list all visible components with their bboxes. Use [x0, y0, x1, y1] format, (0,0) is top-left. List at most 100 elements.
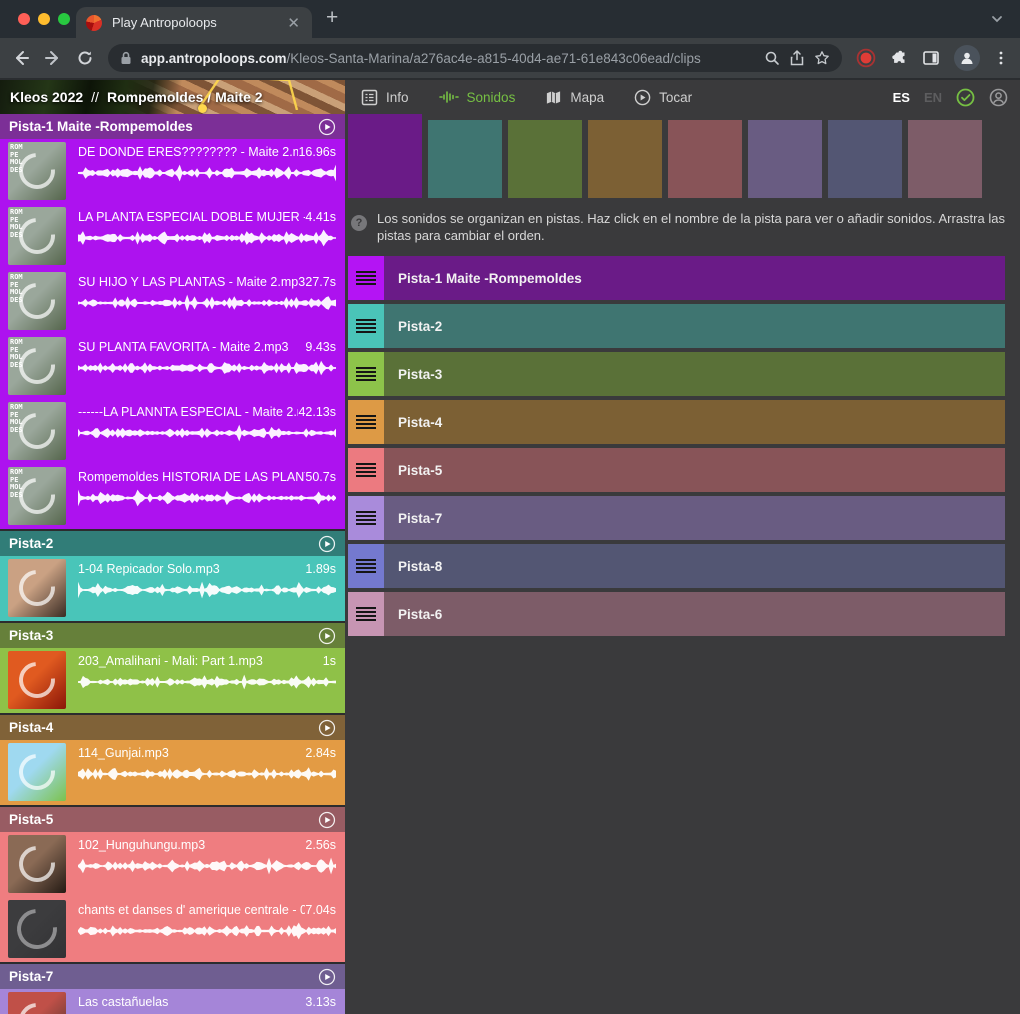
waveform[interactable] — [78, 489, 336, 507]
track-row-label[interactable]: Pista-4 — [384, 400, 1005, 444]
browser-menu-icon[interactable] — [994, 49, 1008, 67]
waveform[interactable] — [78, 857, 336, 875]
clip-duration: 50.7s — [305, 470, 336, 484]
profile-avatar[interactable] — [954, 45, 980, 71]
back-button[interactable] — [12, 49, 30, 67]
saved-check-icon[interactable] — [956, 88, 975, 107]
drag-handle[interactable] — [348, 256, 384, 300]
track-row-label[interactable]: Pista-3 — [384, 352, 1005, 396]
address-bar[interactable]: app.antropoloops.com/Kleos-Santa-Marina/… — [108, 44, 842, 72]
waveform[interactable] — [78, 922, 336, 940]
drag-handle[interactable] — [348, 352, 384, 396]
waveform[interactable] — [78, 424, 336, 442]
share-icon[interactable] — [789, 50, 805, 66]
audio-clip[interactable]: 203_Amalihani - Mali: Part 1.mp31s — [0, 648, 345, 713]
track-row-label[interactable]: Pista-8 — [384, 544, 1005, 588]
track-row[interactable]: Pista-2 — [348, 304, 1005, 348]
track-section-header[interactable]: Pista-7 — [0, 964, 345, 989]
lang-en-button[interactable]: EN — [924, 90, 942, 105]
track-row[interactable]: Pista-4 — [348, 400, 1005, 444]
audio-clip[interactable]: ROM PE MOL DESDE DONDE ERES???????? - Ma… — [0, 139, 345, 204]
maximize-window-button[interactable] — [58, 13, 70, 25]
track-row[interactable]: Pista-7 — [348, 496, 1005, 540]
track-row[interactable]: Pista-3 — [348, 352, 1005, 396]
minimize-window-button[interactable] — [38, 13, 50, 25]
drag-handle[interactable] — [348, 592, 384, 636]
audio-clip[interactable]: Las castañuelas3.13s — [0, 989, 345, 1014]
extensions-puzzle-icon[interactable] — [890, 49, 908, 67]
audio-clip[interactable]: ROM PE MOL DES------LA PLANNTA ESPECIAL … — [0, 399, 345, 464]
track-section-header[interactable]: Pista-1 Maite -Rompemoldes — [0, 114, 345, 139]
track-row[interactable]: Pista-8 — [348, 544, 1005, 588]
drag-handle[interactable] — [348, 304, 384, 348]
audio-clip[interactable]: ROM PE MOL DESLA PLANTA ESPECIAL DOBLE M… — [0, 204, 345, 269]
reload-button[interactable] — [76, 49, 94, 67]
nav-sonidos[interactable]: Sonidos — [439, 89, 516, 105]
zoom-page-icon[interactable] — [764, 50, 780, 66]
drag-handle[interactable] — [348, 544, 384, 588]
bookmark-star-icon[interactable] — [814, 50, 830, 66]
drag-handle[interactable] — [348, 448, 384, 492]
color-swatch-tile[interactable] — [748, 120, 822, 198]
breadcrumb[interactable]: Kleos 2022 // Rompemoldes / Maite 2 — [0, 80, 345, 114]
color-swatch-tile[interactable] — [348, 114, 422, 198]
breadcrumb-project[interactable]: Kleos 2022 — [10, 89, 83, 105]
play-track-button[interactable] — [318, 811, 336, 829]
play-track-button[interactable] — [318, 535, 336, 553]
play-track-button[interactable] — [318, 968, 336, 986]
play-track-button[interactable] — [318, 627, 336, 645]
color-swatch-tile[interactable] — [908, 120, 982, 198]
waveform[interactable] — [78, 294, 336, 312]
lang-es-button[interactable]: ES — [893, 90, 910, 105]
new-tab-button[interactable]: + — [326, 6, 338, 30]
waveform[interactable] — [78, 359, 336, 377]
drag-handle[interactable] — [348, 400, 384, 444]
track-row-label[interactable]: Pista-5 — [384, 448, 1005, 492]
tab-close-icon[interactable]: ✕ — [285, 14, 302, 32]
track-section: Pista-7Las castañuelas3.13s — [0, 964, 345, 1014]
color-swatch-tile[interactable] — [508, 120, 582, 198]
audio-clip[interactable]: 114_Gunjai.mp32.84s — [0, 740, 345, 805]
audio-clip[interactable]: ROM PE MOL DESSU PLANTA FAVORITA - Maite… — [0, 334, 345, 399]
waveform[interactable] — [78, 164, 336, 182]
audio-clip[interactable]: ROM PE MOL DESRompemoldes HISTORIA DE LA… — [0, 464, 345, 529]
color-swatch-tile[interactable] — [428, 120, 502, 198]
audio-clip[interactable]: 1-04 Repicador Solo.mp31.89s — [0, 556, 345, 621]
track-row[interactable]: Pista-1 Maite -Rompemoldes — [348, 256, 1005, 300]
audio-clip[interactable]: chants et danses d' amerique centrale - … — [0, 897, 345, 962]
track-section-header[interactable]: Pista-5 — [0, 807, 345, 832]
color-swatch-tile[interactable] — [668, 120, 742, 198]
waveform[interactable] — [78, 765, 336, 783]
browser-tab[interactable]: Play Antropoloops ✕ — [76, 7, 312, 38]
track-row-label[interactable]: Pista-1 Maite -Rompemoldes — [384, 256, 1005, 300]
color-swatch-tile[interactable] — [828, 120, 902, 198]
forward-button[interactable] — [44, 49, 62, 67]
track-row[interactable]: Pista-6 — [348, 592, 1005, 636]
track-section-header[interactable]: Pista-3 — [0, 623, 345, 648]
close-window-button[interactable] — [18, 13, 30, 25]
track-row[interactable]: Pista-5 — [348, 448, 1005, 492]
audio-clip[interactable]: ROM PE MOL DESSU HIJO Y LAS PLANTAS - Ma… — [0, 269, 345, 334]
audio-clip[interactable]: 102_Hunguhungu.mp32.56s — [0, 832, 345, 897]
drag-handle[interactable] — [348, 496, 384, 540]
track-row-label[interactable]: Pista-7 — [384, 496, 1005, 540]
color-swatch-tile[interactable] — [588, 120, 662, 198]
track-section-header[interactable]: Pista-2 — [0, 531, 345, 556]
nav-tocar[interactable]: Tocar — [634, 89, 692, 106]
breadcrumb-path[interactable]: Rompemoldes / Maite 2 — [107, 89, 263, 105]
track-row-label[interactable]: Pista-6 — [384, 592, 1005, 636]
tab-search-chevron-icon[interactable] — [990, 12, 1004, 31]
waveform[interactable] — [78, 581, 336, 599]
track-section-header[interactable]: Pista-4 — [0, 715, 345, 740]
play-track-button[interactable] — [318, 719, 336, 737]
play-track-button[interactable] — [318, 118, 336, 136]
track-row-label[interactable]: Pista-2 — [384, 304, 1005, 348]
record-extension-icon[interactable] — [856, 48, 876, 68]
waveform[interactable] — [78, 229, 336, 247]
clip-thumbnail: ROM PE MOL DES — [8, 402, 66, 460]
waveform[interactable] — [78, 673, 336, 691]
nav-info[interactable]: Info — [361, 89, 409, 106]
account-icon[interactable] — [989, 88, 1008, 107]
side-panel-icon[interactable] — [922, 49, 940, 67]
nav-mapa[interactable]: Mapa — [545, 89, 604, 106]
